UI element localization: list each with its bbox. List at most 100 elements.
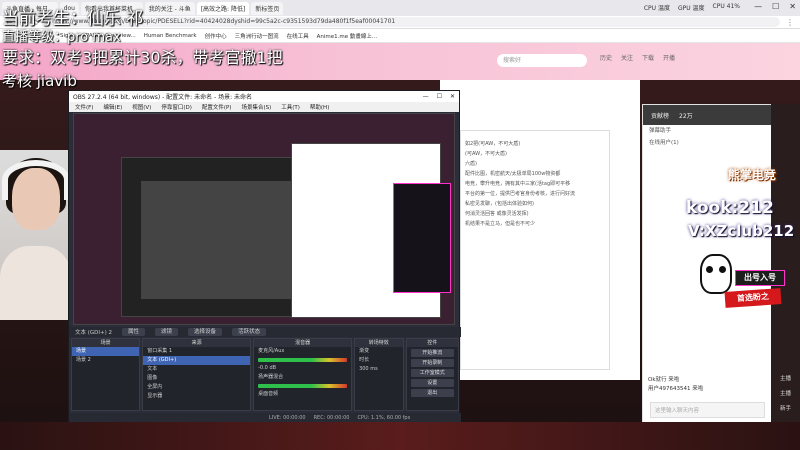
contrib-tab[interactable]: 贡献榜 [651, 111, 669, 120]
close-button[interactable]: ✕ [789, 2, 796, 11]
mixer-channel: 麦克风/Aux [258, 348, 285, 354]
duration-input[interactable]: 300 ms [355, 365, 402, 374]
contrib-count: 22万 [679, 112, 693, 120]
document-panel: 如2把(可AW，不可大盾) (可AW，不可大盾) 六盾) 配件比图，机密航天/太… [460, 130, 610, 370]
search-input[interactable]: 搜索好 [497, 54, 587, 67]
ad-brand: 熊掌电竞 [728, 168, 777, 182]
source-toolbar: 文本 (GDI+) 2 属性 滤镜 选择设备 活跃状态 [69, 327, 461, 337]
start-streaming-button[interactable]: 开始推流 [410, 349, 454, 357]
transition-select[interactable]: 渐变 [355, 347, 402, 356]
doc-line: 何消灵活回答 或像灵活发挥) [465, 211, 529, 217]
volume-meter[interactable] [258, 384, 348, 388]
doc-line: 私密见发聊，(包括出体验如何) [465, 201, 534, 207]
source-item[interactable]: 显示器 [143, 392, 250, 401]
minimize-button[interactable]: — [423, 93, 429, 100]
sources-title: 来源 [143, 339, 251, 347]
obs-docks: 场景 场景 场景 2 来源 窗口采集 1 文本 (GDI+) 文本 图像 全屏内… [69, 338, 461, 411]
bottom-strip [0, 422, 800, 450]
minimize-button[interactable]: — [754, 2, 762, 11]
panda-mascot-icon [700, 254, 732, 294]
doc-line: (可AW，不可大盾) [465, 151, 507, 157]
menu-icon[interactable]: ⋮ [780, 18, 800, 27]
online-users: 在线用户(1) [649, 140, 679, 146]
doc-line: 如2把(可AW，不可大盾) [465, 141, 521, 147]
browser-tab[interactable]: 我的关注 - 斗鱼 [144, 1, 195, 15]
broadcast-icon[interactable]: 开播 [663, 53, 675, 62]
bookmark-item[interactable]: Anime1.me 動畫線上... [317, 32, 378, 40]
body [0, 246, 72, 320]
scene-item[interactable]: 场景 [72, 347, 140, 356]
menu-help[interactable]: 帮助(H) [310, 103, 329, 111]
obs-titlebar: OBS 27.2.4 (64 bit, windows) - 配置文件: 未命名… [69, 91, 459, 102]
source-item[interactable]: 窗口采集 1 [143, 347, 250, 356]
history-icon[interactable]: 历史 [600, 53, 612, 62]
cpu-fps: CPU: 1.1%, 60.00 fps [357, 415, 411, 421]
transitions-dock: 转场特效 渐变 时长 300 ms [354, 338, 404, 411]
source-item[interactable]: 文本 [143, 365, 250, 374]
headset-icon [2, 160, 70, 200]
active-state-button[interactable]: 活跃状态 [232, 328, 267, 336]
exit-button[interactable]: 退出 [410, 389, 454, 397]
settings-button[interactable]: 设置 [410, 379, 454, 387]
doc-line: 六盾) [465, 161, 477, 167]
screen: 斗鱼直播 - 每日... dou 你看出我首杯菜机... 我的关注 - 斗鱼 [… [0, 0, 800, 450]
gpu-temp-label: GPU 温度 [677, 5, 705, 12]
chat-input[interactable]: 这里输入聊天内容 [650, 402, 765, 418]
ad-badge: 出号入号 [735, 270, 785, 286]
browser-tab-active[interactable]: [高效之路: 降低] [196, 1, 250, 15]
bookmark-item[interactable]: Human Benchmark [144, 33, 197, 39]
follow-icon[interactable]: 关注 [621, 53, 633, 62]
duration-label: 时长 [359, 357, 370, 363]
barrage-assistant[interactable]: 弹幕助手 [643, 125, 771, 137]
address-input[interactable]: https://www.douyu.com/beta/topic/PDESELL… [46, 17, 780, 27]
mixer-channel: 扬声器混合 [258, 374, 284, 380]
menu-file[interactable]: 文件(F) [75, 103, 93, 111]
source-item[interactable]: 图像 [143, 374, 250, 383]
source-item[interactable]: 文本 (GDI+) [143, 356, 251, 365]
ad-kook: kook:212 [686, 198, 774, 218]
menu-profile[interactable]: 配置文件(P) [202, 103, 232, 111]
menu-edit[interactable]: 编辑(E) [103, 103, 122, 111]
bookmark-item[interactable]: 创作中心 [205, 32, 227, 40]
cpu-temp-label: CPU 温度 [643, 5, 670, 12]
bookmark-item[interactable]: 三角洲行动一图流 [235, 32, 279, 40]
mixer-channel: 桌面音频 [258, 391, 279, 397]
menu-view[interactable]: 视图(V) [132, 103, 151, 111]
menu-scene-collection[interactable]: 场景集合(S) [241, 103, 271, 111]
menu-tools[interactable]: 工具(T) [281, 103, 300, 111]
menu-docks[interactable]: 停靠窗口(D) [161, 103, 192, 111]
obs-preview[interactable] [73, 113, 455, 325]
overlay-requirement: 要求：双考3把累计30杀，带考官撤1把 [2, 48, 283, 67]
rec-timer: REC: 00:00:00 [313, 415, 350, 421]
scene-item[interactable]: 场景 2 [72, 356, 139, 365]
volume-meter[interactable] [258, 358, 348, 362]
transitions-title: 转场特效 [355, 339, 403, 347]
start-recording-button[interactable]: 开始录制 [410, 359, 454, 367]
browser-tab[interactable]: 新标签页 [251, 1, 284, 15]
sidebar-label[interactable]: 主播 [771, 374, 800, 382]
close-button[interactable]: ✕ [450, 93, 455, 100]
sidebar-label[interactable]: 主播 [771, 389, 800, 397]
maximize-button[interactable]: ☐ [772, 2, 779, 11]
maximize-button[interactable]: ☐ [437, 93, 442, 100]
doc-line: 电竞，攀升电竞，拥有其中三家(活tag即可平移 [465, 181, 571, 187]
selected-source: 文本 (GDI+) 2 [75, 330, 113, 336]
properties-button[interactable]: 属性 [122, 328, 146, 336]
scenes-title: 场景 [72, 339, 140, 347]
studio-mode-button[interactable]: 工作室模式 [410, 369, 454, 377]
obs-title: OBS 27.2.4 (64 bit, windows) - 配置文件: 未命名… [73, 94, 253, 101]
header-icons: 历史 关注 下载 开播 [600, 53, 675, 62]
sidebar-label[interactable]: 新手 [771, 404, 800, 412]
gift-msg: Ok就行 来啦 [648, 377, 680, 383]
mixer-dock: 混音器 麦克风/Aux -0.0 dB 扬声器混合 桌面音频 [253, 338, 353, 411]
mixer-title: 混音器 [254, 339, 352, 347]
doc-line: 平台的第一位，提供巴考官身份考核，进行问好流 [465, 191, 576, 197]
download-icon[interactable]: 下载 [642, 53, 654, 62]
select-device-button[interactable]: 选择设备 [188, 328, 223, 336]
gift-msg: 用户497643541 来啦 [648, 386, 704, 392]
source-item[interactable]: 全屏内 [143, 383, 250, 392]
obs-window-controls: — ☐ ✕ [423, 93, 459, 100]
bookmark-item[interactable]: 在线工具 [287, 32, 309, 40]
filters-button[interactable]: 滤镜 [155, 328, 179, 336]
window-controls: — ☐ ✕ [754, 2, 796, 11]
